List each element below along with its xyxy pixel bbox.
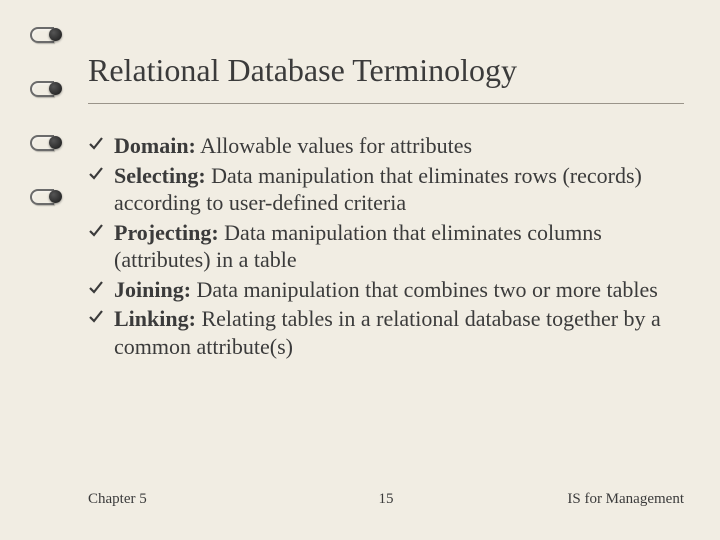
checkmark-icon (88, 280, 104, 296)
footer-left: Chapter 5 (88, 491, 147, 508)
footer-right: IS for Management (567, 491, 684, 508)
list-item: Joining: Data manipulation that combines… (88, 276, 684, 304)
list-item: Linking: Relating tables in a relational… (88, 305, 684, 360)
slide-footer: Chapter 5 15 IS for Management (88, 491, 684, 508)
checkmark-icon (88, 166, 104, 182)
checkmark-icon (88, 136, 104, 152)
bullet-list: Domain: Allowable values for attributes … (88, 132, 684, 360)
ring-icon (30, 79, 62, 97)
term: Selecting: (114, 163, 206, 188)
slide-content: Relational Database Terminology Domain: … (88, 52, 684, 362)
description: Relating tables in a relational database… (114, 306, 661, 359)
list-item: Selecting: Data manipulation that elimin… (88, 162, 684, 217)
list-item: Domain: Allowable values for attributes (88, 132, 684, 160)
term: Domain: (114, 133, 196, 158)
ring-icon (30, 25, 62, 43)
checkmark-icon (88, 223, 104, 239)
description: Allowable values for attributes (196, 133, 472, 158)
ring-icon (30, 133, 62, 151)
binder-rings (30, 25, 62, 205)
title-divider (88, 103, 684, 104)
term: Linking: (114, 306, 196, 331)
footer-page-number: 15 (379, 491, 394, 508)
list-item: Projecting: Data manipulation that elimi… (88, 219, 684, 274)
description: Data manipulation that combines two or m… (191, 277, 658, 302)
term: Projecting: (114, 220, 219, 245)
ring-icon (30, 187, 62, 205)
slide-title: Relational Database Terminology (88, 52, 684, 89)
term: Joining: (114, 277, 191, 302)
checkmark-icon (88, 309, 104, 325)
